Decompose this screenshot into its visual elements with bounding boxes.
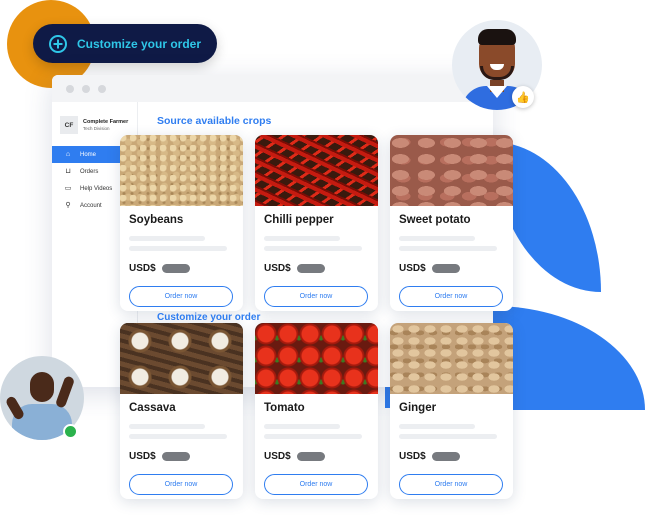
- order-now-button[interactable]: Order now: [129, 474, 233, 495]
- sidebar-item-label: Help Videos: [80, 185, 113, 192]
- product-name: Ginger: [399, 402, 437, 414]
- product-card-sweet-potato: Sweet potato USD$ Order now: [390, 135, 513, 311]
- text-placeholder: [129, 236, 205, 241]
- text-placeholder: [129, 434, 227, 439]
- window-dot: [66, 84, 74, 93]
- customize-section-title: Customize your order: [157, 312, 261, 323]
- text-placeholder: [264, 434, 362, 439]
- product-image-sweet-potato: [390, 135, 513, 206]
- product-card-chilli-pepper: Chilli pepper USD$ Order now: [255, 135, 378, 311]
- price-currency: USD$: [399, 451, 426, 462]
- product-image-soybeans: [120, 135, 243, 206]
- price-placeholder: [161, 264, 190, 273]
- basket-icon: ⊔: [65, 168, 71, 175]
- price-row: USD$: [264, 263, 369, 274]
- user-icon: ⚲: [65, 202, 71, 209]
- price-placeholder: [296, 264, 325, 273]
- text-placeholder: [399, 246, 497, 251]
- order-now-button[interactable]: Order now: [264, 286, 368, 307]
- online-status-dot: [63, 424, 78, 439]
- product-name: Soybeans: [129, 214, 184, 226]
- sidebar-item-label: Orders: [80, 168, 99, 175]
- price-placeholder: [296, 452, 325, 461]
- text-placeholder: [129, 246, 227, 251]
- sidebar-item-label: Home: [80, 151, 97, 158]
- product-name: Tomato: [264, 402, 305, 414]
- product-image-chilli-pepper: [255, 135, 378, 206]
- product-image-ginger: [390, 323, 513, 394]
- avatar-head: [30, 372, 54, 402]
- text-placeholder: [129, 424, 205, 429]
- text-placeholder: [399, 236, 475, 241]
- order-now-button[interactable]: Order now: [129, 286, 233, 307]
- price-row: USD$: [264, 451, 369, 462]
- product-card-ginger: Ginger USD$ Order now: [390, 323, 513, 499]
- product-name: Cassava: [129, 402, 176, 414]
- home-icon: ⌂: [65, 151, 71, 158]
- text-placeholder: [399, 424, 475, 429]
- thumbs-up-icon: 👍: [512, 86, 534, 108]
- blue-quarter-decoration: [493, 306, 645, 410]
- order-now-button[interactable]: Order now: [264, 474, 368, 495]
- text-placeholder: [264, 424, 340, 429]
- price-currency: USD$: [264, 451, 291, 462]
- text-placeholder: [399, 434, 497, 439]
- text-placeholder: [264, 246, 362, 251]
- customize-order-button[interactable]: Customize your order: [33, 24, 217, 63]
- section-title: Source available crops: [157, 115, 272, 127]
- price-currency: USD$: [129, 263, 156, 274]
- price-currency: USD$: [399, 263, 426, 274]
- order-now-button[interactable]: Order now: [399, 474, 503, 495]
- price-placeholder: [431, 452, 460, 461]
- brand-name: Complete Farmer: [83, 118, 129, 125]
- price-row: USD$: [399, 263, 504, 274]
- avatar-hair: [478, 29, 516, 45]
- price-currency: USD$: [264, 263, 291, 274]
- brand-logo: CF: [60, 116, 78, 134]
- brand: CF Complete Farmer Tech Division: [52, 102, 137, 134]
- video-icon: ▭: [64, 185, 72, 192]
- order-now-button[interactable]: Order now: [399, 286, 503, 307]
- product-name: Sweet potato: [399, 214, 471, 226]
- sidebar-item-home[interactable]: ⌂ Home: [52, 146, 124, 163]
- product-image-tomato: [255, 323, 378, 394]
- price-currency: USD$: [129, 451, 156, 462]
- window-dot: [98, 84, 106, 93]
- price-placeholder: [431, 264, 460, 273]
- product-card-tomato: Tomato USD$ Order now: [255, 323, 378, 499]
- window-titlebar: [52, 75, 493, 102]
- product-card-cassava: Cassava USD$ Order now: [120, 323, 243, 499]
- customize-order-label: Customize your order: [77, 36, 202, 51]
- price-row: USD$: [129, 263, 234, 274]
- text-placeholder: [264, 236, 340, 241]
- sidebar-item-label: Account: [80, 202, 102, 209]
- price-row: USD$: [399, 451, 504, 462]
- product-name: Chilli pepper: [264, 214, 334, 226]
- price-placeholder: [161, 452, 190, 461]
- price-row: USD$: [129, 451, 234, 462]
- product-image-cassava: [120, 323, 243, 394]
- plus-circle-icon: [49, 34, 67, 53]
- avatar-arm: [54, 375, 76, 409]
- product-card-soybeans: Soybeans USD$ Order now: [120, 135, 243, 311]
- brand-subtitle: Tech Division: [83, 125, 110, 131]
- window-dot: [82, 84, 90, 93]
